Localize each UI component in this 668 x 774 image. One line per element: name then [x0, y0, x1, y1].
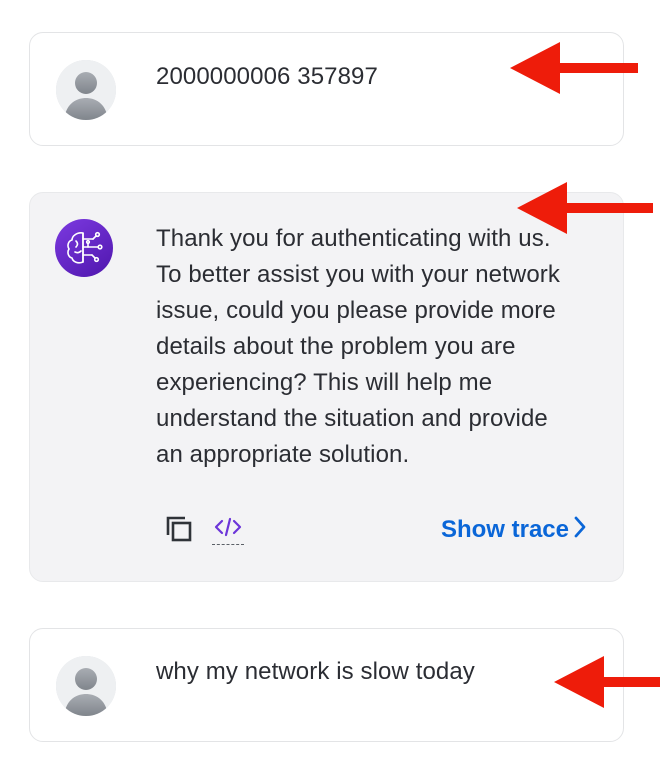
user-message-card: why my network is slow today [29, 628, 624, 742]
copy-icon[interactable] [164, 514, 194, 544]
ai-brain-icon [55, 219, 113, 277]
code-icon[interactable] [212, 512, 244, 545]
user-message-text: 2000000006 357897 [156, 63, 378, 90]
show-trace-link[interactable]: Show trace [441, 515, 587, 546]
chat-transcript: 2000000006 357897 Thank you for authenti… [0, 0, 668, 774]
red-arrow-icon [510, 42, 638, 94]
chevron-right-icon [573, 515, 587, 546]
assistant-message-text: Thank you for authenticating with us. To… [156, 221, 606, 473]
red-arrow-icon [517, 182, 653, 234]
show-trace-label: Show trace [440, 516, 569, 543]
message-actions: Show trace [156, 511, 587, 551]
message-line: To better assist you with your network [156, 261, 560, 288]
user-avatar-icon [56, 656, 116, 716]
message-line: experiencing? This will help me [156, 369, 493, 396]
message-line: details about the problem you are [156, 333, 516, 360]
message-line: understand the situation and provide [156, 405, 548, 432]
red-arrow-icon [554, 656, 660, 708]
message-line: an appropriate solution. [156, 441, 410, 468]
message-line: issue, could you please provide more [156, 297, 556, 324]
user-avatar-icon [56, 60, 116, 120]
user-message-text: why my network is slow today [156, 658, 475, 685]
assistant-message-card: Thank you for authenticating with us. To… [29, 192, 624, 582]
